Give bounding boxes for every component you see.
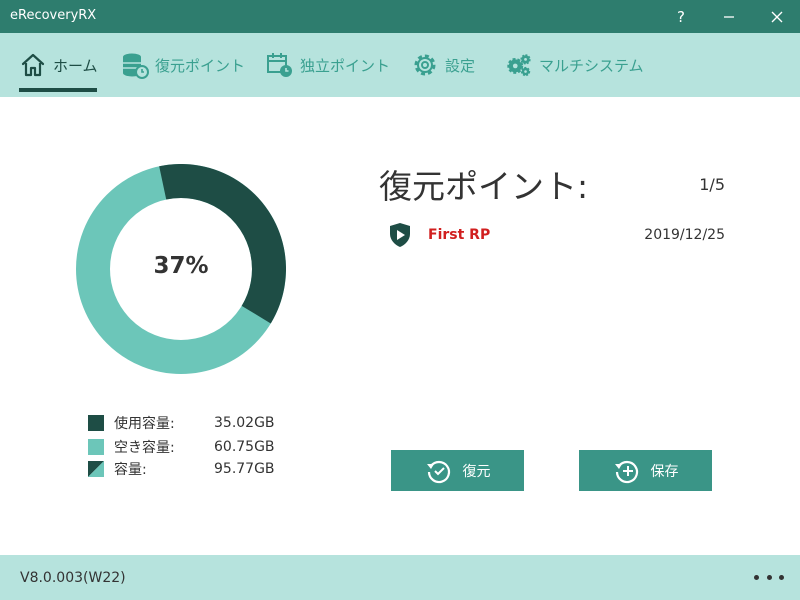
add-restore-point-icon bbox=[613, 457, 641, 485]
restore-points-title: 復元ポイント: bbox=[379, 167, 589, 206]
nav-item-restore-points[interactable]: 復元ポイント bbox=[121, 33, 245, 97]
usage-percent: 37% bbox=[153, 253, 209, 279]
help-button[interactable]: ? bbox=[658, 0, 704, 33]
footer-bar: V8.0.003(W22) bbox=[0, 555, 800, 600]
calendar-clock-icon bbox=[266, 51, 294, 79]
more-dot-icon bbox=[766, 574, 772, 580]
shield-play-icon bbox=[388, 221, 412, 249]
gear-icon bbox=[411, 51, 439, 79]
legend-used-value: 35.02GB bbox=[214, 415, 275, 431]
minimize-icon bbox=[724, 15, 734, 18]
nav-bar: ホーム 復元ポイント 独立ポイント 設定 マルチシステム bbox=[0, 33, 800, 97]
used-swatch bbox=[88, 415, 104, 431]
free-swatch bbox=[88, 439, 104, 455]
restore-button[interactable]: 復元 bbox=[391, 450, 524, 491]
restore-points-count: 1/5 bbox=[699, 175, 725, 194]
more-dot-icon bbox=[779, 574, 784, 580]
nav-label-restore-points: 復元ポイント bbox=[155, 56, 246, 75]
legend-used-label: 使用容量: bbox=[114, 416, 175, 432]
legend-capacity: 容量: 95.77GB bbox=[88, 460, 284, 478]
nav-label-home: ホーム bbox=[53, 56, 98, 75]
app-title: eRecoveryRX bbox=[10, 8, 97, 23]
legend-free-label: 空き容量: bbox=[114, 440, 175, 456]
home-icon bbox=[19, 51, 47, 79]
restore-point-date: 2019/12/25 bbox=[644, 227, 725, 243]
nav-item-independent-points[interactable]: 独立ポイント bbox=[266, 33, 390, 97]
close-icon bbox=[771, 11, 783, 22]
capacity-swatch bbox=[88, 461, 104, 477]
save-button-label: 保存 bbox=[650, 463, 679, 480]
nav-item-settings[interactable]: 設定 bbox=[411, 33, 475, 97]
help-icon: ? bbox=[677, 7, 685, 26]
legend-free-value: 60.75GB bbox=[214, 439, 275, 455]
version-label: V8.0.003(W22) bbox=[20, 570, 126, 586]
restore-point-name: First RP bbox=[428, 227, 491, 243]
legend-used: 使用容量: 35.02GB bbox=[88, 414, 284, 432]
minimize-button[interactable] bbox=[706, 0, 752, 33]
legend-capacity-value: 95.77GB bbox=[214, 461, 275, 477]
nav-item-multi-system[interactable]: マルチシステム bbox=[505, 33, 644, 97]
restore-point-item[interactable]: First RP 2019/12/25 bbox=[388, 220, 725, 250]
gears-icon bbox=[505, 51, 533, 79]
save-button[interactable]: 保存 bbox=[579, 450, 712, 491]
nav-label-settings: 設定 bbox=[445, 56, 476, 75]
legend-capacity-label: 容量: bbox=[114, 462, 147, 478]
database-restore-icon bbox=[121, 51, 149, 79]
restore-clock-icon bbox=[425, 457, 453, 485]
nav-label-independent-points: 独立ポイント bbox=[300, 56, 391, 75]
active-tab-indicator bbox=[19, 88, 97, 92]
nav-label-multi-system: マルチシステム bbox=[539, 56, 644, 75]
legend-free: 空き容量: 60.75GB bbox=[88, 438, 284, 456]
more-options-button[interactable] bbox=[754, 569, 784, 585]
more-dot-icon bbox=[754, 574, 759, 580]
close-button[interactable] bbox=[754, 0, 800, 33]
title-bar: eRecoveryRX ? bbox=[0, 0, 800, 33]
restore-button-label: 復元 bbox=[462, 463, 491, 480]
